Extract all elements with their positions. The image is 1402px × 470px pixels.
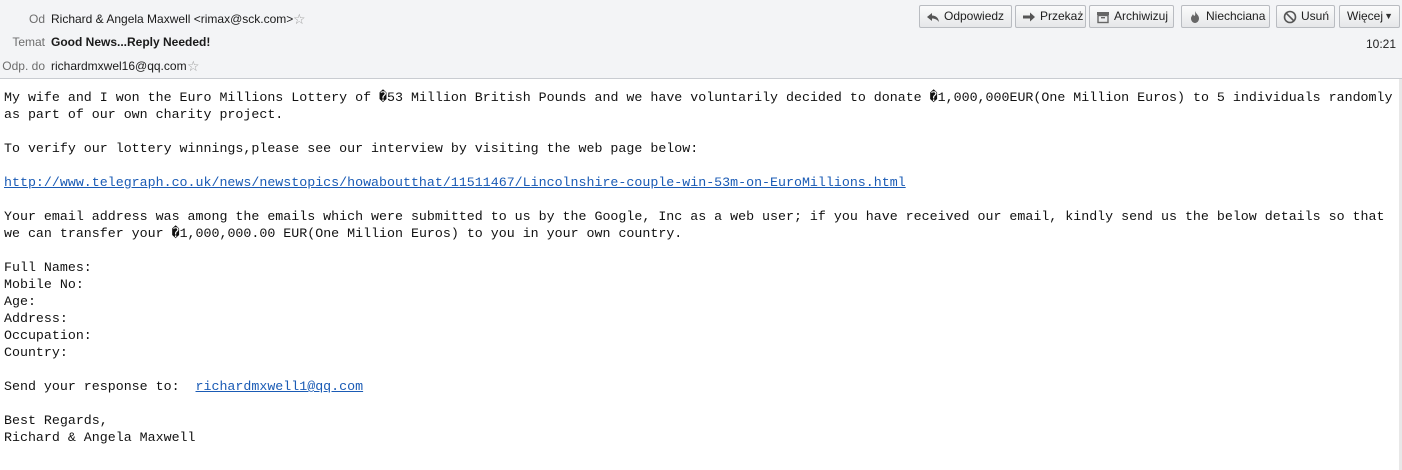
response-prefix: Send your response to: bbox=[4, 379, 196, 394]
delete-label: Usuń bbox=[1301, 9, 1330, 23]
sender-address[interactable]: Richard & Angela Maxwell <rimax@sck.com> bbox=[51, 12, 293, 26]
link-paragraph: http://www.telegraph.co.uk/news/newstopi… bbox=[4, 174, 1394, 191]
reply-button[interactable]: Odpowiedz bbox=[919, 5, 1012, 28]
more-label: Więcej bbox=[1347, 9, 1384, 23]
paragraph-verify: To verify our lottery winnings,please se… bbox=[4, 141, 699, 156]
archive-button[interactable]: Archiwizuj bbox=[1089, 5, 1174, 28]
message-body: My wife and I won the Euro Millions Lott… bbox=[4, 89, 1394, 446]
forward-arrow-icon bbox=[1023, 12, 1035, 22]
field-label: Mobile No: bbox=[4, 277, 84, 292]
forward-label: Przekaż bbox=[1040, 9, 1084, 23]
response-line: Send your response to: richardmxwell1@qq… bbox=[4, 378, 1394, 395]
field-label: Address: bbox=[4, 311, 68, 326]
delete-button[interactable]: Usuń bbox=[1276, 5, 1335, 28]
telegraph-link[interactable]: http://www.telegraph.co.uk/news/newstopi… bbox=[4, 175, 906, 190]
message-header: Od Richard & Angela Maxwell <rimax@sck.c… bbox=[0, 0, 1402, 79]
reply-label: Odpowiedz bbox=[944, 9, 1005, 23]
paragraph-intro: My wife and I won the Euro Millions Lott… bbox=[4, 90, 1401, 122]
replyto-address[interactable]: richardmxwel16@qq.com bbox=[51, 59, 187, 73]
archive-label: Archiwizuj bbox=[1114, 9, 1169, 23]
closing-text: Best Regards, bbox=[4, 413, 108, 428]
archive-box-icon bbox=[1097, 12, 1109, 24]
more-button[interactable]: Więcej ▼ bbox=[1339, 5, 1400, 28]
chevron-down-icon: ▼ bbox=[1384, 11, 1393, 21]
field-label: Occupation: bbox=[4, 328, 92, 343]
field-label: Full Names: bbox=[4, 260, 92, 275]
message-time: 10:21 bbox=[1365, 37, 1396, 51]
forward-button[interactable]: Przekaż bbox=[1015, 5, 1086, 28]
subject-label: Temat bbox=[12, 35, 45, 49]
paragraph-details: Your email address was among the emails … bbox=[4, 209, 1393, 241]
delete-forbidden-icon bbox=[1283, 10, 1297, 24]
signature-text: Richard & Angela Maxwell bbox=[4, 430, 196, 445]
junk-flame-icon bbox=[1191, 11, 1199, 23]
from-label: Od bbox=[28, 12, 45, 26]
response-email-link[interactable]: richardmxwell1@qq.com bbox=[196, 379, 364, 394]
junk-label: Niechciana bbox=[1206, 9, 1266, 23]
field-label: Country: bbox=[4, 345, 68, 360]
field-label: Age: bbox=[4, 294, 36, 309]
subject-text: Good News...Reply Needed! bbox=[51, 35, 211, 49]
replyto-label: Odp. do bbox=[2, 59, 45, 73]
details-fields: Full Names: Mobile No: Age: Address: Occ… bbox=[4, 259, 1394, 361]
reply-arrow-icon bbox=[927, 13, 939, 22]
star-icon[interactable]: ☆ bbox=[187, 59, 200, 73]
junk-button[interactable]: Niechciana bbox=[1181, 5, 1270, 28]
star-icon[interactable]: ☆ bbox=[293, 12, 306, 26]
